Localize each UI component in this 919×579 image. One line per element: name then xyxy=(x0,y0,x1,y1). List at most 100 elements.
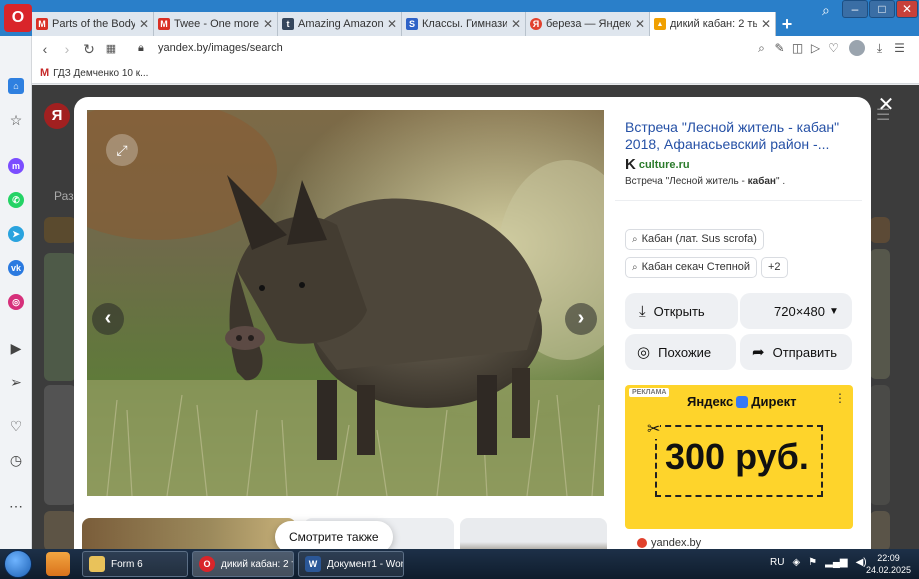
size-dropdown[interactable]: 720×480 ▼ xyxy=(740,293,852,329)
system-tray: RU ◈ ⚑ ▂▄▆ ◀) xyxy=(770,557,875,568)
back-icon[interactable]: ‹ xyxy=(36,40,54,58)
share-button[interactable]: ➦ Отправить xyxy=(740,334,852,370)
main-image[interactable]: ⤢ ‹ › xyxy=(87,110,604,496)
tab-parts-of-body[interactable]: M Parts of the Body (1).pdf ✕ xyxy=(32,12,154,36)
yandex-logo[interactable]: Я xyxy=(44,103,70,129)
see-also-button[interactable]: Смотрите также xyxy=(275,521,393,549)
tab-close-icon[interactable]: ✕ xyxy=(263,17,273,31)
source-site[interactable]: K culture.ru xyxy=(625,156,690,173)
prev-image-button[interactable]: ‹ xyxy=(92,303,124,335)
result-thumbnail[interactable] xyxy=(44,511,76,549)
similar-button[interactable]: ◎ Похожие xyxy=(625,334,736,370)
coupon-price: 300 руб. xyxy=(665,436,809,477)
result-thumbnail[interactable] xyxy=(870,217,890,243)
ad-label: РЕКЛАМА xyxy=(629,388,670,397)
send-icon[interactable]: ▷ xyxy=(808,41,823,56)
taskbar-item-opera[interactable]: O дикий кабан: 2 т... xyxy=(192,551,294,577)
tab-close-icon[interactable]: ✕ xyxy=(139,17,149,31)
language-indicator[interactable]: RU xyxy=(770,557,784,568)
tabs-grid-icon[interactable]: ▦ xyxy=(102,40,120,58)
favorites-icon[interactable]: ♡ xyxy=(8,418,24,434)
volume-icon[interactable]: ◀) xyxy=(856,557,867,568)
share-icon: ➦ xyxy=(752,344,765,361)
player-icon[interactable]: ▶ xyxy=(8,340,24,356)
whatsapp-icon[interactable]: ✆ xyxy=(8,192,24,208)
tab-search-icon[interactable]: ⌕ xyxy=(822,2,830,19)
ad-more-icon[interactable]: ⋮ xyxy=(834,391,846,405)
history-icon[interactable]: ◷ xyxy=(8,452,24,468)
edit-icon[interactable]: ✎ xyxy=(772,41,787,56)
tab-close-icon[interactable]: ✕ xyxy=(635,17,645,31)
result-thumbnail[interactable] xyxy=(44,217,76,243)
shield-icon[interactable]: ◈ xyxy=(792,557,800,568)
flow-icon[interactable]: ➢ xyxy=(8,374,24,390)
source-title-link[interactable]: Встреча "Лесной житель - кабан" 2018, Аф… xyxy=(625,119,850,153)
messenger-icon[interactable]: m xyxy=(8,158,24,174)
snapshot-icon[interactable]: ◫ xyxy=(790,41,805,56)
tag-kaban-sekach[interactable]: ⌕ Кабан секач Степной xyxy=(625,257,758,278)
culture-ru-icon: K xyxy=(625,156,636,173)
ad-banner[interactable]: РЕКЛАМА Яндекс Директ ⋮ 300 руб. ✂ xyxy=(625,385,853,529)
tab-gymnasium[interactable]: S Классы. Гимназия № 2 ✕ xyxy=(402,12,526,36)
start-button[interactable] xyxy=(4,550,32,578)
related-thumbnail[interactable] xyxy=(460,518,607,549)
next-image-button[interactable]: › xyxy=(565,303,597,335)
result-thumbnail[interactable] xyxy=(870,385,890,505)
word-icon: W xyxy=(305,556,321,572)
open-button[interactable]: ⤓ Открыть xyxy=(625,293,738,329)
new-tab-button[interactable]: + xyxy=(777,14,797,34)
tab-amazon-rainforest[interactable]: t Amazing Amazon Rainfo ✕ xyxy=(278,12,402,36)
easy-setup-icon[interactable]: ☰ xyxy=(892,41,907,56)
instagram-icon[interactable]: ◎ xyxy=(8,294,24,310)
tag-kaban-sus-scrofa[interactable]: ⌕ Кабан (лат. Sus scrofa) xyxy=(625,229,764,250)
network-icon[interactable]: ▂▄▆ xyxy=(825,557,847,568)
clock[interactable]: 22:09 24.02.2025 xyxy=(866,552,911,576)
tab-close-icon[interactable]: ✕ xyxy=(387,17,397,31)
taskbar-item-word[interactable]: W Документ1 - Wor... xyxy=(298,551,404,577)
media-player-icon[interactable] xyxy=(46,552,70,576)
yandex-direct-logo: Яндекс Директ xyxy=(687,394,797,409)
zoom-icon[interactable]: ⌕ xyxy=(754,41,769,56)
browser-tab-strip: O M Parts of the Body (1).pdf ✕ M Twee -… xyxy=(0,0,919,36)
vk-icon[interactable]: vk xyxy=(8,260,24,276)
taskbar-item-form6[interactable]: Form 6 xyxy=(82,551,188,577)
more-tags-button[interactable]: +2 xyxy=(761,257,788,278)
avatar[interactable] xyxy=(849,40,865,56)
tab-twee[interactable]: M Twee - One more step a ✕ xyxy=(154,12,278,36)
scissors-icon: ✂ xyxy=(647,419,661,439)
result-thumbnail[interactable] xyxy=(44,253,76,381)
search-icon: ⌕ xyxy=(632,234,638,245)
opera-menu-icon[interactable]: O xyxy=(4,4,32,32)
lock-icon[interactable]: 🔒︎ xyxy=(138,42,144,55)
ad-site-link[interactable]: yandex.by xyxy=(637,537,701,549)
tab-wild-boar[interactable]: ▲ дикий кабан: 2 тыс изоб ✕ xyxy=(650,12,776,36)
tumblr-icon: t xyxy=(282,18,294,30)
flag-icon[interactable]: ⚑ xyxy=(808,557,817,568)
window-close-button[interactable]: ✕ xyxy=(896,0,918,18)
close-viewer-icon[interactable]: ✕ xyxy=(876,95,896,115)
download-icon[interactable]: ⤓ xyxy=(872,41,887,56)
result-thumbnail[interactable] xyxy=(870,511,890,549)
image-info-card: Встреча "Лесной житель - кабан" 2018, Аф… xyxy=(615,110,862,370)
bookmark-gdz[interactable]: M ГДЗ Демченко 10 к... xyxy=(40,67,148,79)
heart-icon[interactable]: ♡ xyxy=(826,41,841,56)
result-thumbnail[interactable] xyxy=(44,385,76,505)
maximize-button[interactable]: □ xyxy=(869,0,895,18)
reload-icon[interactable]: ↻ xyxy=(80,40,98,58)
expand-icon[interactable]: ⤢ xyxy=(106,134,138,166)
star-icon[interactable]: ☆ xyxy=(8,112,24,128)
home-icon[interactable]: ⌂ xyxy=(8,78,24,94)
related-thumbnail[interactable] xyxy=(82,518,296,549)
forward-icon[interactable]: › xyxy=(58,40,76,58)
telegram-icon[interactable]: ➤ xyxy=(8,226,24,242)
more-icon[interactable]: ⋯ xyxy=(8,498,24,514)
minimize-button[interactable]: – xyxy=(842,0,868,18)
url-field[interactable]: yandex.by/images/search xyxy=(158,42,283,54)
tab-bereza[interactable]: Я береза — Яндекс: нашл ✕ xyxy=(526,12,650,36)
tab-close-icon[interactable]: ✕ xyxy=(761,17,771,31)
direct-icon xyxy=(736,395,749,408)
tab-close-icon[interactable]: ✕ xyxy=(511,17,521,31)
result-thumbnail[interactable] xyxy=(870,249,890,379)
divider xyxy=(615,200,862,201)
folder-icon xyxy=(89,556,105,572)
